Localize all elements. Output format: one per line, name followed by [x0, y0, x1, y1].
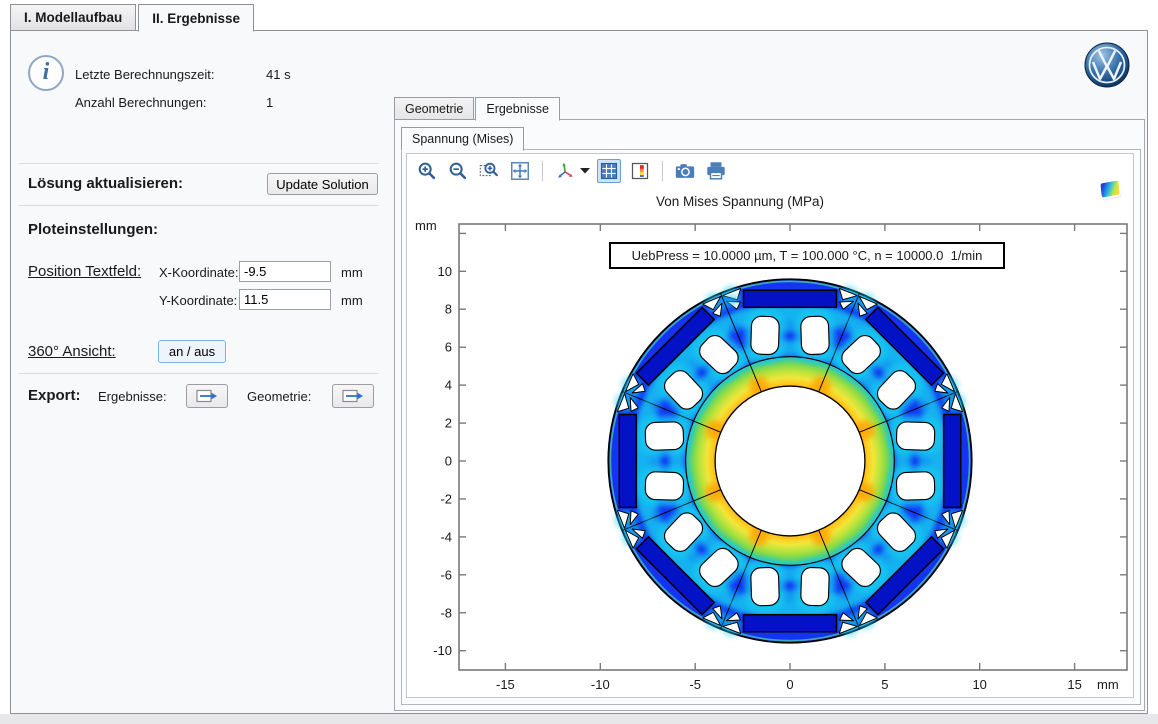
plot-title: Von Mises Spannung (MPa) — [656, 194, 824, 209]
zoom-extents-icon — [509, 160, 531, 182]
export-heading: Export: — [28, 387, 81, 404]
svg-text:4: 4 — [445, 378, 452, 393]
tab-modellaufbau[interactable]: I. Modellaufbau — [10, 4, 136, 31]
main-tabbar: I. Modellaufbau II. Ergebnisse — [10, 4, 256, 32]
x-coordinate-input[interactable] — [239, 261, 331, 282]
position-textfeld-label: Position Textfeld: — [28, 263, 141, 280]
x-coordinate-label: X-Koordinate: — [159, 265, 239, 280]
print-button[interactable] — [704, 159, 728, 183]
export-icon — [196, 389, 218, 403]
export-geometry-button[interactable] — [332, 384, 374, 408]
motor-cross-section — [607, 278, 972, 643]
svg-text:6: 6 — [445, 340, 452, 355]
svg-text:10: 10 — [438, 264, 452, 279]
svg-text:0: 0 — [445, 454, 452, 469]
grid-toggle-button[interactable] — [597, 159, 621, 183]
divider — [19, 205, 379, 206]
solution-heading: Lösung aktualisieren: — [28, 175, 183, 192]
zoom-out-button[interactable] — [446, 159, 470, 183]
printer-icon — [705, 160, 727, 182]
view-orientation-icon — [554, 160, 576, 182]
zoom-box-icon — [478, 160, 500, 182]
svg-text:-10: -10 — [591, 677, 610, 692]
zoom-in-icon — [416, 160, 438, 182]
export-icon — [342, 389, 364, 403]
view-orientation-dropdown-caret[interactable] — [580, 168, 590, 174]
plot-settings-heading: Ploteinstellungen: — [28, 221, 158, 238]
export-geometry-label: Geometrie: — [247, 389, 311, 404]
svg-text:-4: -4 — [440, 529, 452, 544]
zoom-box-button[interactable] — [477, 159, 501, 183]
svg-text:15: 15 — [1067, 677, 1081, 692]
export-results-button[interactable] — [186, 384, 228, 408]
color-legend-icon — [630, 161, 650, 181]
svg-text:-2: -2 — [440, 491, 452, 506]
view-360-toggle-button[interactable]: an / aus — [158, 340, 226, 363]
plot-tabbar: Spannung (Mises) — [401, 127, 525, 151]
svg-text:10: 10 — [972, 677, 986, 692]
color-legend-toggle-button[interactable] — [628, 159, 652, 183]
stat-label-calc-time: Letzte Berechnungszeit: — [75, 67, 214, 82]
zoom-in-button[interactable] — [415, 159, 439, 183]
x-tick-labels: -15 -10 -5 0 5 10 15 — [496, 677, 1082, 692]
svg-text:8: 8 — [445, 302, 452, 317]
y-coordinate-input[interactable] — [239, 289, 331, 310]
tab-ergebnisse[interactable]: II. Ergebnisse — [138, 4, 254, 32]
tab-spannung-mises[interactable]: Spannung (Mises) — [401, 127, 524, 151]
info-icon: i — [28, 55, 64, 91]
von-mises-plot[interactable]: Von Mises Spannung (MPa) mm mm -15 -10 -… — [407, 154, 1135, 699]
graphics-toolbar — [415, 156, 728, 186]
zoom-out-icon — [447, 160, 469, 182]
y-tick-labels: 10 8 6 4 2 0 -2 -4 -6 -8 -10 — [433, 264, 452, 658]
plot-annotation-box: UebPress = 10.0000 µm, T = 100.000 °C, n… — [609, 242, 1005, 269]
y-axis-unit: mm — [415, 218, 437, 233]
svg-text:-8: -8 — [440, 605, 452, 620]
graphics-canvas: UebPress = 10.0000 µm, T = 100.000 °C, n… — [406, 153, 1134, 698]
grid-icon — [599, 161, 619, 181]
zoom-extents-button[interactable] — [508, 159, 532, 183]
divider — [19, 163, 379, 164]
svg-text:2: 2 — [445, 416, 452, 431]
svg-text:-15: -15 — [496, 677, 515, 692]
snapshot-button[interactable] — [673, 159, 697, 183]
svg-text:-5: -5 — [689, 677, 701, 692]
main-window: i Letzte Berechnungszeit: 41 s Anzahl Be… — [10, 30, 1148, 714]
view-360-label: 360° Ansicht: — [28, 343, 116, 360]
svg-text:-10: -10 — [433, 643, 452, 658]
y-coordinate-unit: mm — [341, 293, 363, 308]
divider — [19, 373, 379, 374]
vw-logo — [1084, 42, 1130, 88]
svg-text:0: 0 — [786, 677, 793, 692]
view-orientation-button[interactable] — [553, 159, 577, 183]
svg-text:5: 5 — [881, 677, 888, 692]
stat-label-calc-count: Anzahl Berechnungen: — [75, 95, 207, 110]
toolbar-separator — [542, 161, 543, 181]
toolbar-separator — [662, 161, 663, 181]
stat-value-calc-time: 41 s — [266, 67, 291, 82]
tab-geometrie[interactable]: Geometrie — [394, 97, 474, 120]
x-axis-unit: mm — [1097, 677, 1119, 692]
tab-ergebnisse-inner[interactable]: Ergebnisse — [475, 97, 560, 121]
x-coordinate-unit: mm — [341, 265, 363, 280]
svg-text:-6: -6 — [440, 567, 452, 582]
window-bottom-strip — [0, 714, 1158, 724]
camera-icon — [674, 160, 696, 182]
results-tabbar: Geometrie Ergebnisse — [394, 97, 561, 121]
y-coordinate-label: Y-Koordinate: — [159, 293, 237, 308]
stat-value-calc-count: 1 — [266, 95, 273, 110]
export-results-label: Ergebnisse: — [98, 389, 167, 404]
update-solution-button[interactable]: Update Solution — [267, 173, 378, 195]
